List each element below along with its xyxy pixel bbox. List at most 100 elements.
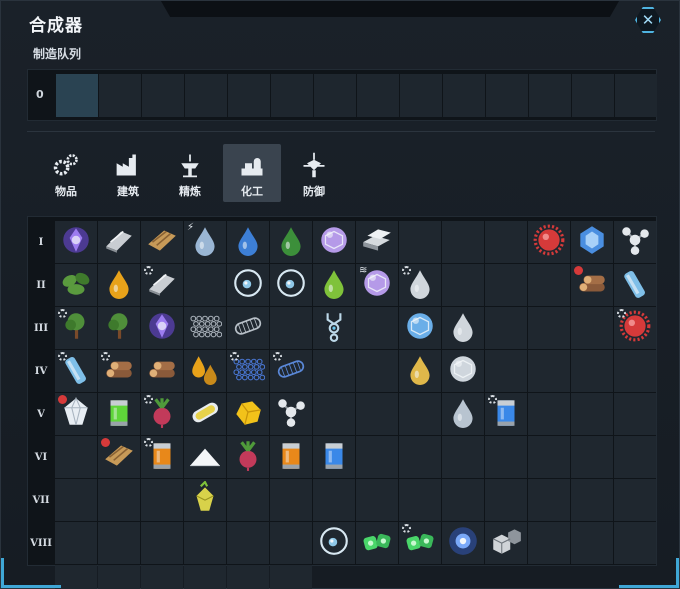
recipe-slot-gold-ore[interactable] (227, 393, 269, 435)
empty-slot (571, 350, 613, 392)
queue-slot[interactable] (529, 74, 571, 117)
recipe-slot-purple-crystal[interactable] (141, 307, 183, 349)
recipe-slot-water-drop[interactable] (227, 221, 269, 263)
empty-slot (614, 479, 656, 521)
recipe-slot-blue-canister[interactable] (485, 393, 527, 435)
queue-slot[interactable] (228, 74, 270, 117)
recipe-slot-carbon-tube[interactable] (227, 307, 269, 349)
recipe-slot-metal-bars[interactable] (356, 221, 398, 263)
queue-slot[interactable] (357, 74, 399, 117)
recipe-slot-wood-planks[interactable] (98, 436, 140, 478)
queue-slot[interactable] (142, 74, 184, 117)
recipe-slot-green-drop[interactable] (270, 221, 312, 263)
queue-slot[interactable] (615, 74, 657, 117)
recipe-slot-log-pile[interactable] (98, 350, 140, 392)
recipe-slot-ring-atom[interactable] (227, 264, 269, 306)
recipe-slot-green-canister[interactable] (98, 393, 140, 435)
recipe-slot-log-pile[interactable] (571, 264, 613, 306)
chemical-plant-icon (238, 151, 266, 179)
recipe-slot-wood-planks[interactable] (141, 221, 183, 263)
recipe-slot-crystal-ball[interactable]: ≋ (356, 264, 398, 306)
tab-refinery[interactable]: 精炼 (161, 144, 219, 202)
recipe-slot-red-spiky-ball[interactable] (528, 221, 570, 263)
recipe-slot-water-drop[interactable] (442, 393, 484, 435)
recipe-slot-fullerene-ball[interactable] (442, 350, 484, 392)
recipe-slot-yellow-gem[interactable] (184, 479, 226, 521)
queue-slot[interactable] (314, 74, 356, 117)
empty-slot (571, 393, 613, 435)
queue-slot[interactable] (99, 74, 141, 117)
recipe-slot-bio-capsule[interactable] (184, 393, 226, 435)
recipe-slot-orange-canister[interactable] (270, 436, 312, 478)
tab-turret[interactable]: 防御 (285, 144, 343, 202)
empty-slot (442, 436, 484, 478)
recipe-slot-carbon-tube[interactable] (270, 350, 312, 392)
empty-slot (270, 307, 312, 349)
recipe-slot-ring-atom[interactable] (270, 264, 312, 306)
queue-slot[interactable] (185, 74, 227, 117)
recipe-slot-salt-pile[interactable] (184, 436, 226, 478)
recipe-slot-crystal-ball[interactable] (313, 221, 355, 263)
close-button[interactable]: ✕ (635, 7, 661, 33)
recipe-slot-molecule[interactable] (270, 393, 312, 435)
red-ingredient-badge-icon (101, 438, 110, 447)
recipe-slot-glass-tube[interactable] (614, 264, 656, 306)
recipe-slot-red-spiky-ball[interactable] (614, 307, 656, 349)
queue-slot[interactable] (443, 74, 485, 117)
queue-slot[interactable] (56, 74, 98, 117)
recipe-slot-orange-canister[interactable] (141, 436, 183, 478)
recipe-slot-beet-root[interactable] (227, 436, 269, 478)
recipe-slot-water-drop[interactable] (442, 307, 484, 349)
tab-factory[interactable]: 建筑 (99, 144, 157, 202)
recipe-slot-water-drop[interactable]: ⚡ (184, 221, 226, 263)
recipe-slot-oil-drop[interactable] (98, 264, 140, 306)
water-drop-icon (446, 309, 480, 347)
recipe-slot-fire-ice-drops[interactable] (184, 350, 226, 392)
recipe-slot-tree-sapling[interactable] (98, 307, 140, 349)
red-ingredient-badge-icon (574, 266, 583, 275)
recipe-slot-blue-plasma[interactable] (442, 522, 484, 564)
recipe-slot-molecule[interactable] (614, 221, 656, 263)
queue-slot[interactable] (400, 74, 442, 117)
queue-slot[interactable] (572, 74, 614, 117)
empty-slot (227, 479, 269, 521)
recipe-slot-water-drop[interactable] (399, 264, 441, 306)
recipe-slot-ring-atom[interactable] (313, 522, 355, 564)
recipe-slot-beet-root[interactable] (141, 393, 183, 435)
recipe-slot-grey-cubes[interactable] (485, 522, 527, 564)
recipe-slot-oil-drop[interactable] (399, 350, 441, 392)
recipe-slot-green-cells[interactable] (356, 522, 398, 564)
tab-chemical-plant[interactable]: 化工 (223, 144, 281, 202)
gear-badge-icon (58, 309, 67, 318)
recipe-slot-particle-trap[interactable] (313, 307, 355, 349)
recipe-slot-blue-canister[interactable] (313, 436, 355, 478)
grey-cubes-icon (489, 524, 523, 562)
recipe-slot-diamond-crystal[interactable] (55, 393, 97, 435)
empty-slot (313, 350, 355, 392)
recipe-slot-steel-plates[interactable] (141, 264, 183, 306)
recipe-slot-graphene-sheet[interactable] (184, 307, 226, 349)
tab-gears[interactable]: 物品 (37, 144, 95, 202)
tier-label: VIII (30, 538, 52, 549)
recipe-slot-green-cells[interactable] (399, 522, 441, 564)
corner-accent (1, 558, 4, 588)
recipe-slot-log-pile[interactable] (141, 350, 183, 392)
recipe-slot-glass-tube[interactable] (55, 350, 97, 392)
recipe-slot-steel-plates[interactable] (98, 221, 140, 263)
queue-slot[interactable] (486, 74, 528, 117)
empty-slot (442, 221, 484, 263)
recipe-slot-blue-orb[interactable] (399, 307, 441, 349)
recipe-slot-plant-leaves[interactable] (55, 264, 97, 306)
queue-slot[interactable] (271, 74, 313, 117)
tier-label: V (37, 409, 45, 420)
blue-crystal-cell-icon (575, 223, 609, 261)
ring-atom-icon (274, 266, 308, 304)
recipe-slot-blue-crystal-cell[interactable] (571, 221, 613, 263)
empty-slot (528, 264, 570, 306)
recipe-slot-tree-sapling[interactable] (55, 307, 97, 349)
beet-root-icon (231, 438, 265, 476)
recipe-slot-purple-crystal[interactable] (55, 221, 97, 263)
recipe-slot-green-drop[interactable] (313, 264, 355, 306)
stack-badge-icon: ≋ (359, 265, 368, 276)
recipe-slot-graphene-sheet[interactable] (227, 350, 269, 392)
